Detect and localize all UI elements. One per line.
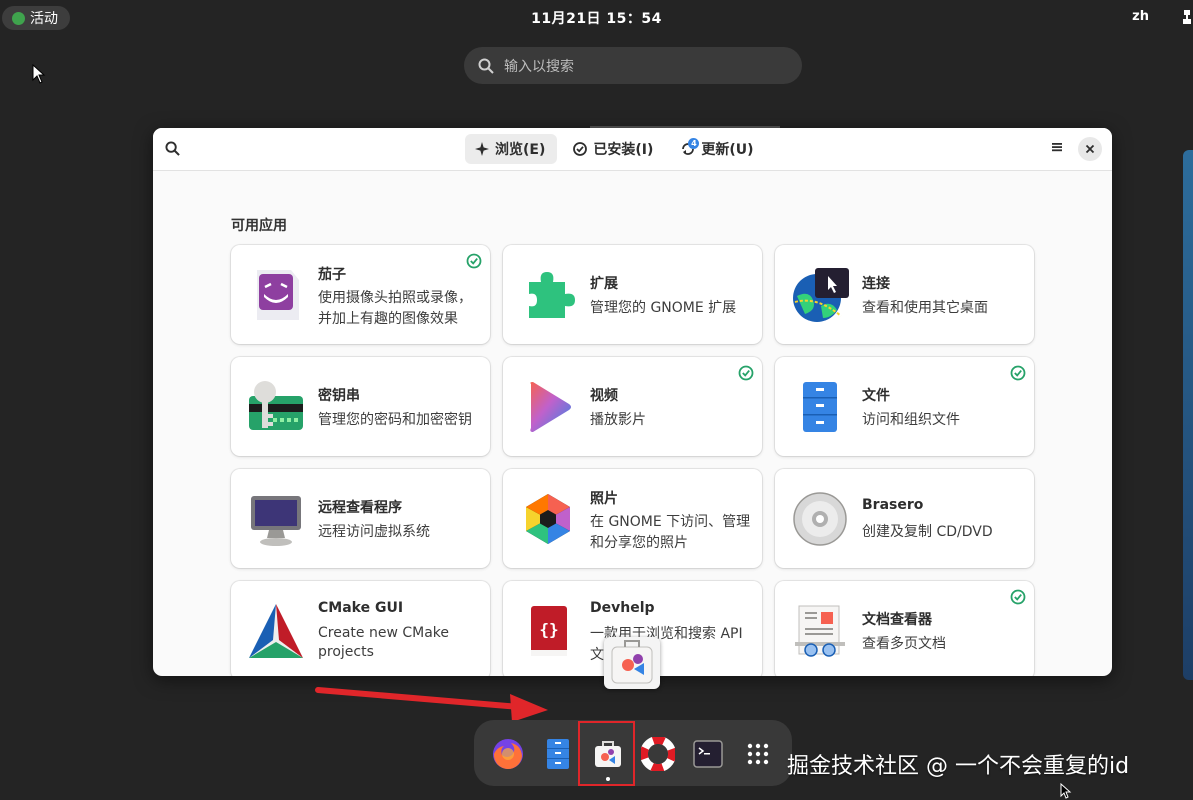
videos-icon xyxy=(530,382,571,432)
connections-icon xyxy=(793,268,849,322)
app-description: 管理您的 GNOME 扩展 xyxy=(590,300,737,316)
tab-label: 浏览(E) xyxy=(495,142,546,158)
watermark-text: 掘金技术社区 @ 一个不会重复的id xyxy=(787,754,1130,779)
dash-item-terminal[interactable] xyxy=(686,732,730,776)
search-icon xyxy=(478,58,494,74)
section-title: 可用应用 xyxy=(231,218,287,234)
close-icon xyxy=(1085,144,1095,154)
app-name: 密钥串 xyxy=(318,388,360,404)
side-window-preview[interactable] xyxy=(1183,150,1193,680)
hamburger-menu-icon[interactable] xyxy=(1050,140,1064,154)
app-name: Brasero xyxy=(862,497,924,513)
files-icon xyxy=(803,382,837,432)
cheese-icon xyxy=(257,270,299,320)
refresh-icon: 4 xyxy=(681,138,700,156)
app-description: 管理您的密码和加密密钥 xyxy=(318,412,472,428)
mouse-cursor-icon xyxy=(1060,783,1072,799)
tab-installed[interactable]: 已安装(I) xyxy=(563,134,665,164)
search-icon[interactable] xyxy=(165,141,180,156)
app-card-extensions[interactable]: 扩展 管理您的 GNOME 扩展 xyxy=(503,245,762,344)
dash-item-app-grid[interactable] xyxy=(736,732,780,776)
app-card-document-viewer[interactable]: 文档查看器 查看多页文档 xyxy=(775,581,1034,676)
document-viewer-icon xyxy=(795,605,845,657)
files-icon xyxy=(547,739,569,769)
help-icon xyxy=(641,737,675,771)
close-button[interactable] xyxy=(1078,137,1102,161)
app-card-remote-viewer[interactable]: 远程查看程序 远程访问虚拟系统 xyxy=(231,469,490,568)
app-card-videos[interactable]: 视频 播放影片 xyxy=(503,357,762,456)
app-name: Devhelp xyxy=(590,600,655,616)
app-grid-icon xyxy=(747,743,769,765)
input-language-indicator[interactable]: zh xyxy=(1132,9,1149,24)
view-switcher: 浏览(E) 已安装(I) 4 更新(U) xyxy=(465,134,766,164)
app-description: 远程访问虚拟系统 xyxy=(318,524,430,540)
installed-check-icon xyxy=(1010,365,1026,381)
remote-viewer-icon xyxy=(251,496,301,546)
annotation-arrow xyxy=(315,687,548,722)
sparkle-icon xyxy=(475,142,489,156)
installed-check-icon xyxy=(738,365,754,381)
app-description: Create new CMake projects xyxy=(318,625,450,660)
brasero-icon xyxy=(793,492,847,546)
installed-check-icon xyxy=(1010,589,1026,605)
app-description: 播放影片 xyxy=(590,412,646,428)
dash-item-files[interactable] xyxy=(536,732,580,776)
app-description: 查看多页文档 xyxy=(862,636,946,652)
app-description: 查看和使用其它桌面 xyxy=(862,300,988,316)
app-name: 照片 xyxy=(590,491,618,507)
tab-updates[interactable]: 4 更新(U) xyxy=(671,134,765,164)
photos-icon xyxy=(526,494,570,544)
app-name: 文件 xyxy=(862,388,890,404)
tab-label: 已安装(I) xyxy=(593,142,654,158)
cmake-icon xyxy=(249,604,303,658)
extensions-icon xyxy=(529,272,575,318)
app-name: CMake GUI xyxy=(318,600,404,616)
tab-label: 更新(U) xyxy=(701,142,754,158)
installed-check-icon xyxy=(466,253,482,269)
dragged-software-icon xyxy=(604,637,660,689)
header-bar: 浏览(E) 已安装(I) 4 更新(U) xyxy=(153,128,1112,171)
dash-item-firefox[interactable] xyxy=(486,732,530,776)
tab-browse[interactable]: 浏览(E) xyxy=(465,134,558,164)
app-name: 扩展 xyxy=(590,276,618,292)
search-placeholder: 输入以搜索 xyxy=(504,58,574,75)
network-icon[interactable] xyxy=(1183,10,1191,24)
app-description: 访问和组织文件 xyxy=(862,412,960,428)
app-card-cmake-gui[interactable]: CMake GUI Create new CMake projects xyxy=(231,581,490,676)
app-description: 在 GNOME 下访问、管理 和分享您的照片 xyxy=(590,514,751,551)
dash-item-help[interactable] xyxy=(636,732,680,776)
mouse-cursor-icon xyxy=(32,64,46,84)
app-card-keyring[interactable]: 密钥串 管理您的密码和加密密钥 xyxy=(231,357,490,456)
app-name: 远程查看程序 xyxy=(318,500,402,516)
app-card-files[interactable]: 文件 访问和组织文件 xyxy=(775,357,1034,456)
check-circle-icon xyxy=(573,142,588,156)
firefox-icon xyxy=(493,739,523,770)
app-name: 文档查看器 xyxy=(862,612,932,628)
top-bar: 活动 11月21日 15：54 zh xyxy=(0,0,1193,36)
clock[interactable]: 11月21日 15：54 xyxy=(0,8,1193,28)
app-card-photos[interactable]: 照片 在 GNOME 下访问、管理 和分享您的照片 xyxy=(503,469,762,568)
software-window[interactable]: 浏览(E) 已安装(I) 4 更新(U) 可用应用 茄子 使用摄像头拍照或录像，… xyxy=(153,128,1112,676)
updates-count-badge: 4 xyxy=(688,138,700,149)
keyring-icon xyxy=(249,381,303,430)
highlight-box xyxy=(578,721,635,786)
app-name: 视频 xyxy=(590,388,618,404)
devhelp-icon: {} xyxy=(531,606,567,656)
terminal-icon xyxy=(693,740,723,768)
overview-search-entry[interactable]: 输入以搜索 xyxy=(464,47,802,84)
app-name: 茄子 xyxy=(318,267,346,283)
app-description: 创建及复制 CD/DVD xyxy=(862,524,993,540)
svg-text:{}: {} xyxy=(539,620,558,639)
app-name: 连接 xyxy=(862,276,890,292)
app-description: 使用摄像头拍照或录像， 并加上有趣的图像效果 xyxy=(318,290,472,327)
app-card-cheese[interactable]: 茄子 使用摄像头拍照或录像， 并加上有趣的图像效果 xyxy=(231,245,490,344)
app-card-connections[interactable]: 连接 查看和使用其它桌面 xyxy=(775,245,1034,344)
app-card-brasero[interactable]: Brasero 创建及复制 CD/DVD xyxy=(775,469,1034,568)
